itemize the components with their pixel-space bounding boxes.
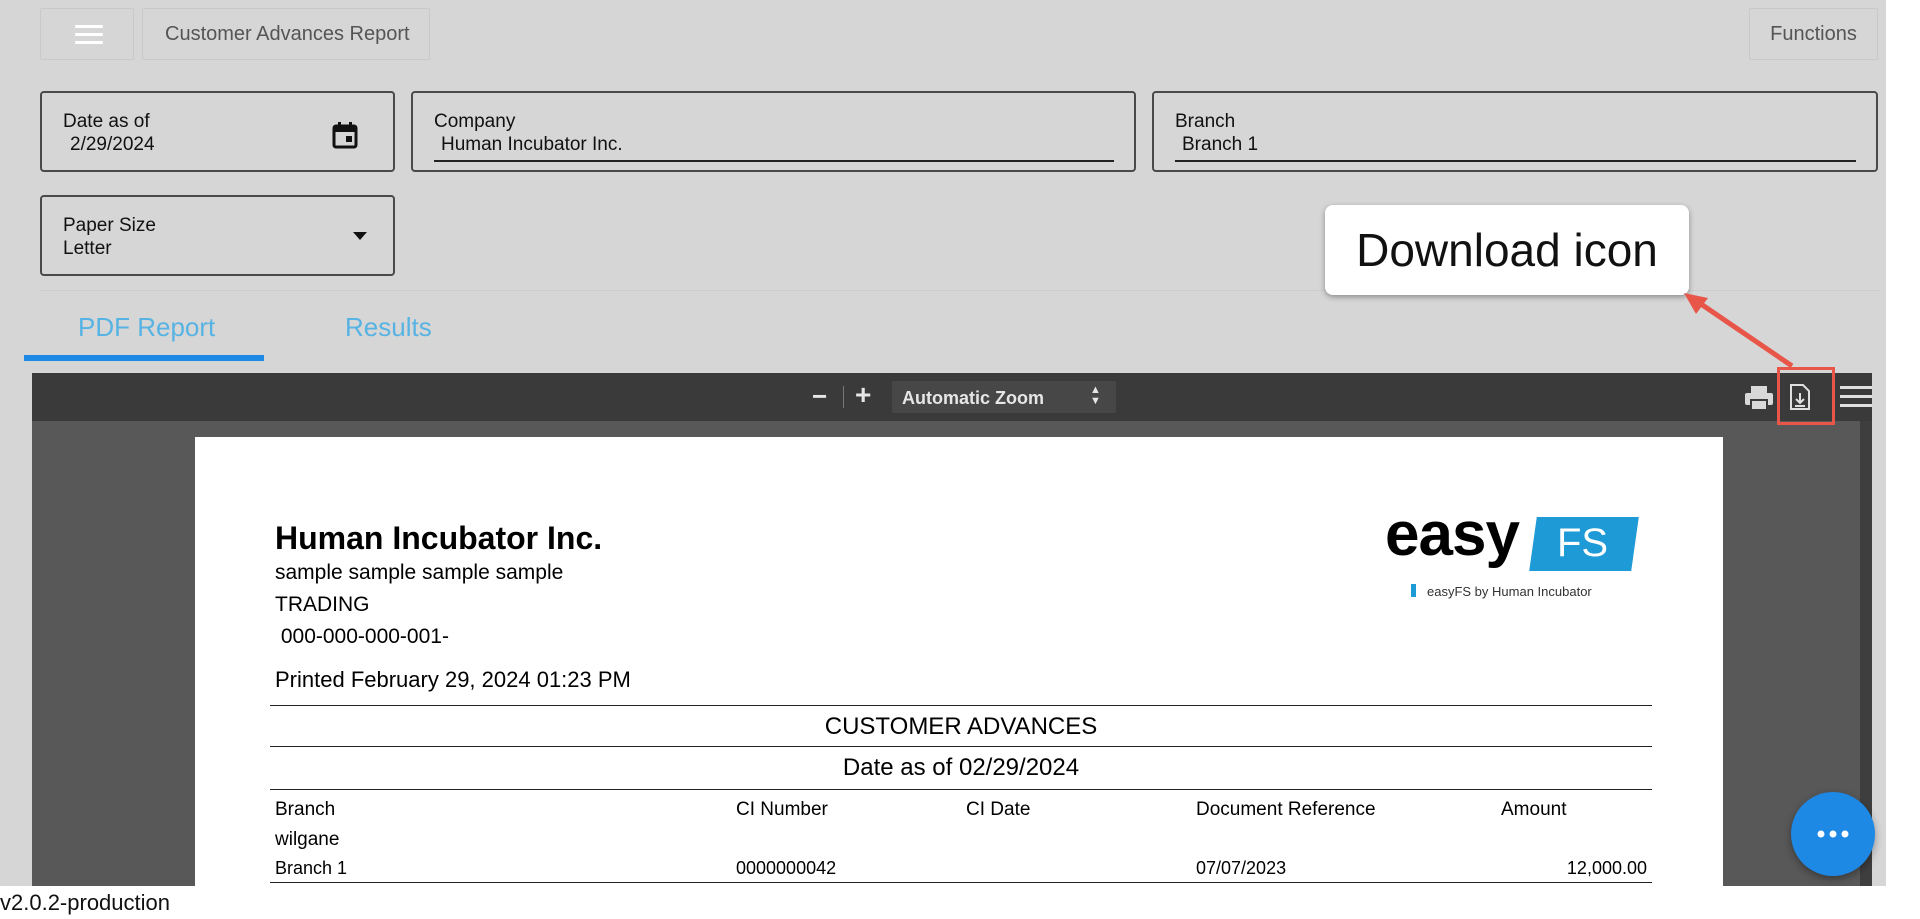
- menu-button[interactable]: [40, 8, 134, 60]
- date-field[interactable]: Date as of 2/29/2024: [40, 91, 395, 172]
- zoom-select[interactable]: Automatic Zoom ▲ ▼: [892, 381, 1116, 413]
- app-window: Customer Advances Report Functions Date …: [0, 0, 1886, 886]
- tools-menu-icon[interactable]: [1840, 385, 1872, 409]
- tab-results[interactable]: Results: [345, 312, 432, 343]
- column-ci-number: CI Number: [736, 799, 828, 820]
- rule-4: [270, 882, 1652, 883]
- zoom-select-label: Automatic Zoom: [902, 388, 1044, 408]
- report-printed-date: Printed February 29, 2024 01:23 PM: [275, 667, 631, 692]
- row-ci-number: 0000000042: [736, 858, 837, 878]
- paper-size-value: Letter: [63, 238, 112, 259]
- toolbar-separator: [843, 386, 844, 408]
- report-line-2: TRADING: [275, 593, 370, 616]
- company-field-label: Company: [434, 111, 516, 132]
- callout-arrow: [1684, 293, 1794, 369]
- row-document-reference: 07/07/2023: [1196, 858, 1287, 878]
- column-amount: Amount: [1501, 799, 1567, 820]
- paper-size-label: Paper Size: [63, 215, 156, 236]
- active-tab-indicator: [24, 355, 264, 361]
- logo-tagline-marker: [1411, 584, 1416, 597]
- date-field-label: Date as of: [63, 111, 150, 132]
- rule-3: [270, 789, 1652, 790]
- company-field[interactable]: Company Human Incubator Inc.: [411, 91, 1136, 172]
- zoom-select-arrows-icon: ▲ ▼: [1090, 384, 1101, 407]
- paper-size-select[interactable]: Paper Size Letter: [40, 195, 395, 276]
- zoom-in-button[interactable]: +: [855, 379, 871, 411]
- branch-field-underline: [1175, 160, 1856, 162]
- download-icon-highlight: [1777, 367, 1835, 425]
- company-field-value: Human Incubator Inc.: [441, 134, 623, 155]
- version-label: v2.0.2-production: [0, 890, 170, 915]
- print-icon[interactable]: [1744, 385, 1774, 411]
- logo-word: easy: [1385, 500, 1520, 569]
- column-branch: Branch: [275, 799, 336, 820]
- easyfs-logo: easy FS easyFS by Human Incubator: [1385, 500, 1645, 599]
- dropdown-arrow-icon: [353, 232, 367, 240]
- report-line-3: 000-000-000-001-: [275, 625, 449, 648]
- branch-field-value: Branch 1: [1182, 134, 1259, 155]
- column-ci-date: CI Date: [966, 799, 1031, 820]
- logo-tagline: easyFS by Human Incubator: [1427, 584, 1592, 599]
- branch-field-label: Branch: [1175, 111, 1236, 132]
- row-amount: 12,000.00: [1566, 858, 1647, 878]
- more-options-button[interactable]: [1791, 792, 1875, 876]
- report-title: CUSTOMER ADVANCES: [824, 713, 1098, 740]
- rule-1: [270, 705, 1652, 706]
- row-branch: Branch 1: [275, 858, 348, 878]
- column-document-reference: Document Reference: [1196, 799, 1376, 820]
- hamburger-menu-icon-bar: [75, 33, 103, 36]
- branch-field[interactable]: Branch Branch 1: [1152, 91, 1878, 172]
- download-icon-callout: Download icon: [1325, 205, 1689, 295]
- group-label: wilgane: [275, 829, 340, 850]
- hamburger-menu-icon-bar: [75, 41, 103, 44]
- zoom-out-button[interactable]: −: [812, 381, 827, 412]
- tab-pdf-report[interactable]: PDF Report: [78, 312, 215, 343]
- rule-2: [270, 746, 1652, 747]
- report-line-1: sample sample sample sample: [275, 561, 564, 584]
- hamburger-menu-icon: [75, 25, 103, 28]
- calendar-icon[interactable]: [332, 121, 358, 149]
- date-field-value: 2/29/2024: [70, 134, 155, 155]
- more-options-icon: [1817, 830, 1849, 838]
- report-company-name: Human Incubator Inc.: [275, 520, 603, 556]
- pdf-toolbar: − + Automatic Zoom ▲ ▼: [32, 367, 1872, 425]
- logo-fs: FS: [1557, 521, 1609, 565]
- page-title: Customer Advances Report: [142, 8, 430, 60]
- functions-button[interactable]: Functions: [1749, 8, 1878, 60]
- report-date-line: Date as of 02/29/2024: [842, 754, 1080, 781]
- page-scrollbar[interactable]: [1886, 0, 1920, 886]
- company-field-underline: [434, 160, 1114, 162]
- pdf-viewer[interactable]: − + Automatic Zoom ▲ ▼ Human Incubator I…: [32, 367, 1872, 886]
- pdf-page: Human Incubator Inc. sample sample sampl…: [195, 437, 1723, 886]
